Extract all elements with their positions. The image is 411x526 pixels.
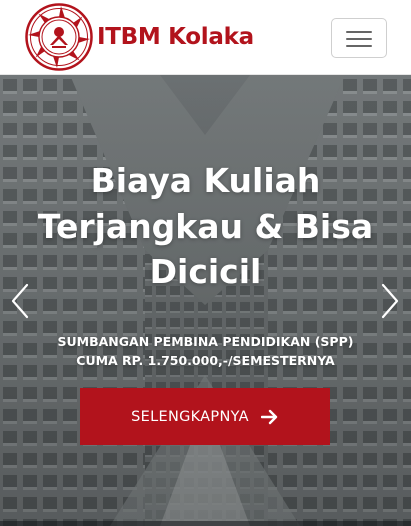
navbar: ITBM Kolaka: [0, 0, 411, 75]
hero-subtitle-line: CUMA RP. 1.750.000,-/SEMESTERNYA: [76, 353, 335, 368]
cta-label: SELENGKAPNYA: [131, 408, 249, 425]
arrow-right-icon: [260, 409, 278, 424]
carousel-indicators: [0, 521, 411, 526]
hero-title-line: Terjangkau & Bisa: [37, 206, 374, 246]
itbm-logo-icon: [25, 3, 93, 71]
brand-name: ITBM Kolaka: [97, 24, 254, 50]
campus-building-photo: [0, 75, 411, 526]
hero-carousel: Biaya Kuliah Terjangkau & Bisa Dicicil S…: [0, 75, 411, 526]
hero-subtitle-line: SUMBANGAN PEMBINA PENDIDIKAN (SPP): [57, 334, 354, 349]
navbar-toggler-button[interactable]: [331, 18, 387, 58]
hero-title: Biaya Kuliah Terjangkau & Bisa Dicicil: [0, 158, 411, 295]
hero-title-line: Dicicil: [149, 252, 262, 291]
brand-link[interactable]: ITBM Kolaka: [24, 2, 254, 72]
selengkapnya-button[interactable]: SELENGKAPNYA: [80, 388, 330, 445]
hero-title-line: Biaya Kuliah: [90, 161, 321, 200]
hero-subtitle: SUMBANGAN PEMBINA PENDIDIKAN (SPP) CUMA …: [0, 332, 411, 370]
carousel-prev-chevron-left-icon[interactable]: [5, 279, 35, 323]
carousel-next-chevron-right-icon[interactable]: [375, 279, 405, 323]
